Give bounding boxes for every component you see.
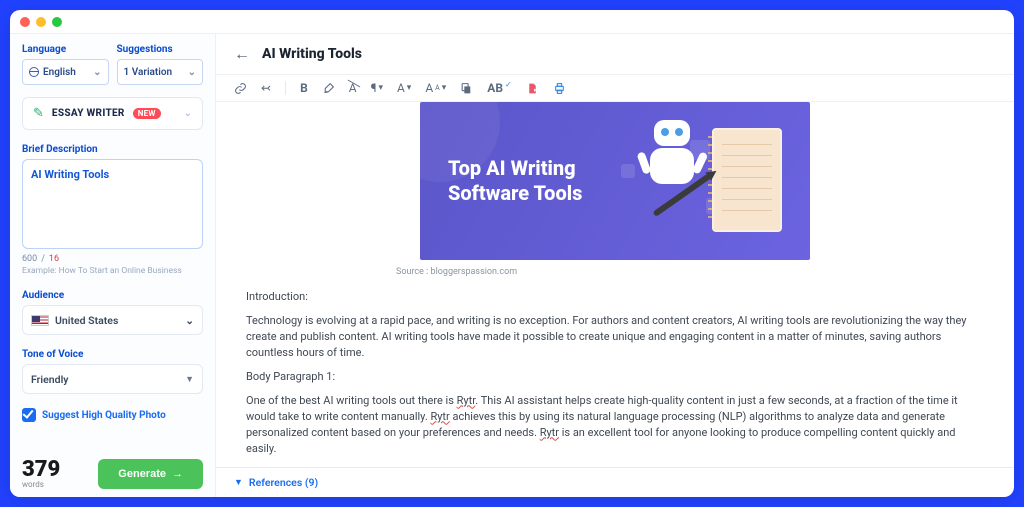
brief-label: Brief Description — [22, 144, 203, 155]
highlight-tool[interactable] — [322, 82, 335, 95]
hero-image: Top AI Writing Software Tools — [420, 102, 810, 260]
char-counter: 600 / 16 — [22, 254, 203, 264]
bold-tool[interactable]: B — [300, 81, 308, 95]
export-tool[interactable] — [526, 82, 539, 95]
word-counter: 379 words — [22, 460, 60, 489]
intro-heading: Introduction: — [246, 289, 984, 305]
chevron-down-icon: ⌄ — [93, 67, 101, 78]
flag-us-icon — [31, 315, 49, 326]
page-title: AI Writing Tools — [262, 46, 362, 62]
print-tool[interactable] — [553, 82, 566, 95]
chevron-down-icon: ⌄ — [188, 67, 196, 78]
main-header: ← AI Writing Tools — [216, 34, 1014, 75]
notepad-icon — [712, 128, 782, 232]
feather-icon: ✎ — [33, 106, 44, 121]
close-icon[interactable] — [20, 17, 30, 27]
titlebar — [10, 10, 1014, 34]
clear-format-tool[interactable]: A — [349, 81, 357, 95]
app-body: Language English ⌄ Suggestions 1 Variati… — [10, 34, 1014, 497]
main-panel: ← AI Writing Tools ↢ B A ¶▾ A▾ AA▾ AB✓ — [216, 34, 1014, 497]
sidebar: Language English ⌄ Suggestions 1 Variati… — [10, 34, 216, 497]
references-label: References (9) — [249, 476, 318, 489]
font-style-tool[interactable]: A▾ — [397, 81, 411, 95]
language-select[interactable]: English ⌄ — [22, 59, 109, 85]
suggestions-label: Suggestions — [117, 44, 204, 55]
caret-down-icon: ▼ — [234, 477, 243, 488]
language-label: Language — [22, 44, 109, 55]
image-source: Source : bloggerspassion.com — [396, 266, 984, 279]
font-size-tool[interactable]: AA▾ — [425, 81, 446, 95]
globe-icon — [29, 67, 39, 77]
tone-label: Tone of Voice — [22, 349, 203, 360]
audience-label: Audience — [22, 290, 203, 301]
back-button[interactable]: ← — [234, 44, 250, 64]
language-value: English — [43, 67, 76, 78]
suggest-photo-label: Suggest High Quality Photo — [42, 410, 166, 421]
references-toggle[interactable]: ▼ References (9) — [216, 467, 1014, 497]
new-badge: NEW — [133, 108, 161, 119]
intro-paragraph: Technology is evolving at a rapid pace, … — [246, 313, 984, 361]
suggestions-value: 1 Variation — [124, 67, 173, 78]
audience-select[interactable]: United States ⌄ — [22, 305, 203, 335]
minimize-icon[interactable] — [36, 17, 46, 27]
brief-input[interactable] — [22, 159, 203, 249]
template-name: ESSAY WRITER — [52, 108, 125, 119]
app-window: Language English ⌄ Suggestions 1 Variati… — [10, 10, 1014, 497]
suggestions-select[interactable]: 1 Variation ⌄ — [117, 59, 204, 85]
editor-content[interactable]: Top AI Writing Software Tools Source : b… — [216, 102, 1014, 467]
brief-example: Example: How To Start an Online Business — [22, 266, 203, 276]
arrow-tool[interactable]: ↢ — [261, 81, 271, 95]
copy-tool[interactable] — [460, 82, 473, 95]
editor-toolbar: ↢ B A ¶▾ A▾ AA▾ AB✓ — [216, 75, 1014, 102]
caret-down-icon: ▼ — [185, 374, 194, 385]
chevron-down-icon: ⌄ — [184, 108, 192, 119]
link-tool[interactable] — [234, 82, 247, 95]
spellcheck-tool[interactable]: AB✓ — [487, 81, 511, 95]
arrow-right-icon: → — [172, 468, 183, 480]
body1-heading: Body Paragraph 1: — [246, 369, 984, 385]
body1-paragraph: One of the best AI writing tools out the… — [246, 393, 984, 457]
tone-select[interactable]: Friendly ▼ — [22, 364, 203, 394]
tone-value: Friendly — [31, 373, 69, 386]
suggest-photo-toggle[interactable]: Suggest High Quality Photo — [22, 408, 203, 422]
audience-value: United States — [55, 314, 118, 327]
chevron-down-icon: ⌄ — [185, 314, 194, 327]
maximize-icon[interactable] — [52, 17, 62, 27]
generate-button[interactable]: Generate → — [98, 459, 203, 489]
checkbox-checked-icon — [22, 408, 36, 422]
template-select[interactable]: ✎ ESSAY WRITER NEW ⌄ — [22, 97, 203, 130]
robot-icon — [654, 120, 690, 146]
paragraph-tool[interactable]: ¶▾ — [371, 81, 383, 95]
